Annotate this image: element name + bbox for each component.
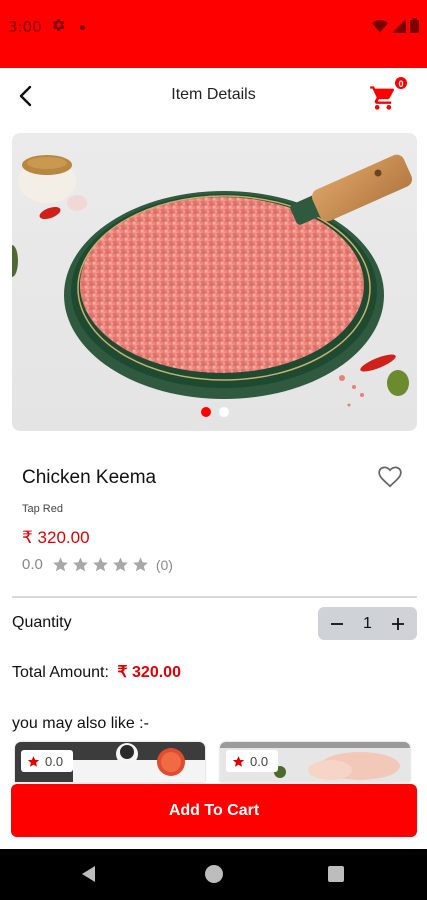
quantity-label: Quantity <box>12 614 72 631</box>
plus-icon <box>392 617 404 630</box>
add-to-cart-button[interactable]: Add To Cart <box>11 784 417 837</box>
star-icon <box>27 755 40 767</box>
product-photo <box>12 154 413 407</box>
battery-icon <box>410 18 419 33</box>
recommendation-rating: 0.0 <box>45 753 64 769</box>
gear-icon <box>50 17 66 38</box>
star-icon <box>52 557 68 572</box>
rating-row: 0.0 (0) <box>22 556 173 573</box>
status-time: 3:00 <box>8 18 42 36</box>
item-details-screen: 3:00 Item Details 0 Chicken Keema Tap Re… <box>0 0 427 900</box>
wifi-icon <box>372 19 388 33</box>
quantity-value: 1 <box>363 614 372 632</box>
total-amount-row: Total Amount: ₹ 320.00 <box>12 662 181 682</box>
recommendation-card[interactable]: 0.0 <box>220 742 410 782</box>
status-bar: 3:00 <box>0 0 427 68</box>
divider <box>12 596 417 598</box>
total-amount-value: ₹ 320.00 <box>117 664 181 681</box>
nav-home-icon[interactable] <box>205 865 223 883</box>
page-title: Item Details <box>171 86 256 103</box>
recommendation-rating-badge: 0.0 <box>226 750 278 772</box>
carousel-dot[interactable] <box>218 407 229 417</box>
heart-outline-icon <box>378 466 402 488</box>
status-icons <box>372 18 419 33</box>
star-icon <box>232 755 245 767</box>
nav-back-icon[interactable] <box>80 865 98 883</box>
minus-icon <box>331 622 343 625</box>
star-icon <box>92 557 108 572</box>
cart-count-badge: 0 <box>394 76 408 90</box>
recommendations-heading: you may also like :- <box>12 715 149 732</box>
recommendation-rating: 0.0 <box>250 753 269 769</box>
app-bar: Item Details 0 <box>0 68 427 124</box>
cart-button[interactable]: 0 <box>369 76 408 112</box>
brand-name: Tap Red <box>22 503 63 515</box>
product-price: ₹ 320.00 <box>22 528 90 547</box>
quantity-stepper: 1 <box>318 607 417 640</box>
product-name: Chicken Keema <box>22 467 157 488</box>
shopping-cart-icon <box>370 86 395 110</box>
increase-quantity-button[interactable] <box>389 615 407 633</box>
recommendation-rating-badge: 0.0 <box>21 750 73 772</box>
carousel-dot[interactable] <box>200 407 211 417</box>
signal-icon <box>392 18 406 33</box>
notification-dot-icon <box>80 25 85 30</box>
star-icon <box>112 557 128 572</box>
rating-count: (0) <box>155 556 173 573</box>
carousel-indicator <box>12 407 417 417</box>
recommendation-card[interactable]: 0.0 <box>15 742 205 782</box>
rating-value: 0.0 <box>22 556 43 573</box>
star-icon <box>132 557 148 572</box>
total-amount-label: Total Amount: <box>12 664 109 681</box>
system-navigation-bar <box>0 849 427 900</box>
decrease-quantity-button[interactable] <box>328 615 346 633</box>
product-image-carousel[interactable] <box>12 133 417 431</box>
star-icon <box>72 557 88 572</box>
nav-recents-icon[interactable] <box>328 866 344 882</box>
favorite-button[interactable] <box>377 464 405 490</box>
